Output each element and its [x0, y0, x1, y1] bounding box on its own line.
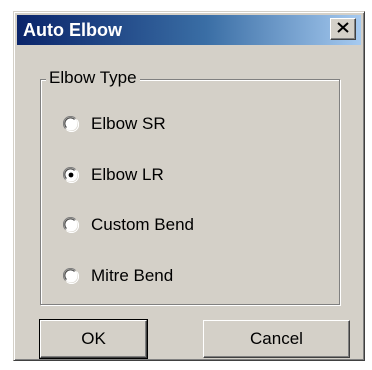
radio-label: Mitre Bend	[91, 266, 174, 285]
radio-button[interactable]	[63, 268, 79, 284]
radio-button[interactable]	[63, 217, 79, 233]
radio-option-elbow-lr[interactable]: Elbow LR	[63, 163, 164, 187]
radio-button[interactable]	[63, 116, 79, 132]
radio-option-custom-bend[interactable]: Custom Bend	[63, 213, 194, 237]
title-bar[interactable]: Auto Elbow	[17, 15, 361, 45]
window-title: Auto Elbow	[23, 20, 122, 40]
radio-button-selected[interactable]	[63, 167, 79, 183]
cancel-button[interactable]: Cancel	[203, 320, 350, 358]
elbow-type-group: Elbow Type Elbow SR Elbow LR Custom Bend…	[40, 68, 340, 305]
close-icon	[337, 20, 349, 38]
radio-label: Custom Bend	[91, 215, 194, 234]
group-label: Elbow Type	[46, 68, 140, 88]
radio-option-mitre-bend[interactable]: Mitre Bend	[63, 264, 173, 288]
radio-label: Elbow SR	[91, 114, 166, 133]
auto-elbow-dialog: Auto Elbow Elbow Type Elbow SR Elbow LR …	[13, 11, 365, 361]
radio-option-elbow-sr[interactable]: Elbow SR	[63, 112, 166, 136]
close-button[interactable]	[330, 18, 356, 40]
radio-label: Elbow LR	[91, 165, 164, 184]
ok-button[interactable]: OK	[39, 319, 148, 359]
